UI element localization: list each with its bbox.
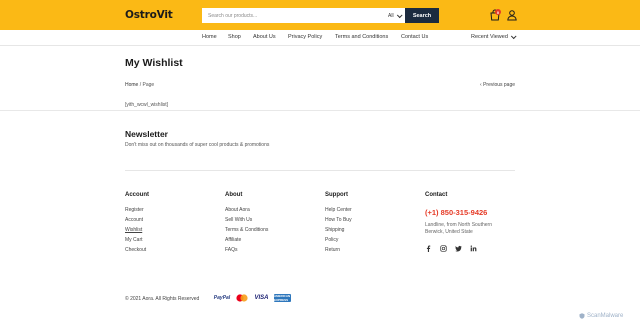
watermark-text: ScanMalware [587,313,624,319]
category-select[interactable]: All [388,8,403,23]
facebook-icon[interactable] [425,245,432,252]
main-nav: Home Shop About Us Privacy Policy Terms … [0,30,640,46]
newsletter-title: Newsletter [125,129,168,139]
payment-methods: PayPal VISA AMERICAN EXPRESS [214,294,291,302]
breadcrumb-separator: / [139,82,142,88]
footer-link-checkout[interactable]: Checkout [125,248,146,258]
top-header: OstroVit All Search 0 [0,0,640,30]
nav-item-terms[interactable]: Terms and Conditions [335,34,388,40]
instagram-icon[interactable] [440,245,447,252]
search-button[interactable]: Search [405,8,439,23]
chevron-down-icon [510,33,517,40]
footer-link-return[interactable]: Return [325,248,352,258]
breadcrumb: Home / Page [125,82,154,88]
nav-item-home[interactable]: Home [202,34,217,40]
nav-item-about-us[interactable]: About Us [253,34,276,40]
amex-logo: AMERICAN EXPRESS [274,294,291,302]
visa-logo: VISA [254,295,269,301]
footer-contact-title: Contact [425,192,448,198]
footer-about-title: About [225,192,243,198]
category-select-value: All [388,12,394,19]
footer-about-list: About Aora Sell With Us Terms & Conditio… [225,208,268,258]
search-bar: All [202,8,439,23]
footer-link-faqs[interactable]: FAQs [225,248,268,258]
wishlist-shortcode: [yith_wcwl_wishlist] [125,102,169,108]
mastercard-logo [236,294,248,302]
social-links [425,245,477,252]
watermark: ScanMalware [579,313,623,319]
linkedin-icon[interactable] [470,245,477,252]
breadcrumb-current: Page [142,82,155,88]
recent-viewed-dropdown[interactable]: Recent Viewed [471,33,517,40]
search-input[interactable] [202,8,382,23]
previous-page-label: Previous page [483,82,516,88]
copyright: © 2021 Aora. All Rights Reserved [125,296,200,302]
footer-support-list: Help Center How To Buy Shipping Policy R… [325,208,352,258]
content-divider [0,110,640,111]
contact-phone[interactable]: (+1) 850-315-9426 [425,208,487,217]
footer-divider [125,170,515,171]
footer-support-title: Support [325,192,348,198]
cart-count-badge: 0 [495,9,501,15]
nav-item-contact-us[interactable]: Contact Us [401,34,428,40]
previous-page-link[interactable]: ‹ Previous page [480,82,515,88]
shield-icon [579,313,585,319]
recent-viewed-label: Recent Viewed [471,34,508,40]
chevron-down-icon [396,11,403,18]
footer-account-title: Account [125,192,149,198]
paypal-logo: PayPal [213,295,231,301]
newsletter-subtitle: Don't miss out on thousands of super coo… [125,142,270,148]
page-title: My Wishlist [125,57,183,69]
nav-item-privacy-policy[interactable]: Privacy Policy [288,34,322,40]
nav-item-shop[interactable]: Shop [228,34,241,40]
site-logo[interactable]: OstroVit [125,9,173,21]
breadcrumb-home[interactable]: Home [125,82,138,88]
contact-address: Landline, from North Southern Berwick, U… [425,222,492,235]
user-icon[interactable] [506,9,518,21]
twitter-icon[interactable] [455,245,462,252]
footer-account-list: Register Account Wishlist My Cart Checko… [125,208,146,258]
